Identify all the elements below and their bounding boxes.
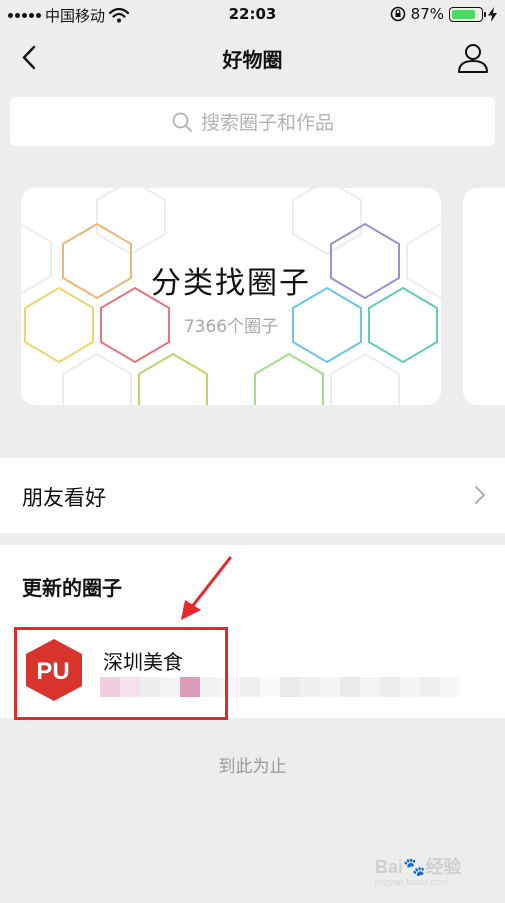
battery-icon bbox=[449, 6, 486, 22]
search-input[interactable]: 搜索圈子和作品 bbox=[10, 97, 495, 146]
watermark-url: jingyan.baidu.com bbox=[375, 877, 448, 887]
annotation-highlight-box bbox=[14, 627, 228, 720]
person-icon bbox=[458, 44, 488, 73]
search-icon bbox=[172, 112, 192, 132]
category-card-count: 7366个圈子 bbox=[183, 317, 279, 337]
updated-circles-title: 更新的圈子 bbox=[22, 576, 122, 600]
profile-button[interactable] bbox=[453, 38, 493, 78]
charging-icon bbox=[488, 6, 497, 22]
search-placeholder: 搜索圈子和作品 bbox=[200, 112, 334, 134]
friends-recommend-label: 朋友看好 bbox=[22, 486, 106, 510]
friends-recommend-row[interactable]: 朋友看好 bbox=[0, 458, 505, 533]
status-bar: 中国移动 22:03 87% bbox=[0, 0, 505, 30]
watermark-brand: Bai bbox=[375, 857, 404, 877]
chevron-right-icon bbox=[475, 486, 485, 504]
nav-bar: 好物圈 bbox=[0, 30, 505, 86]
paw-icon: 🐾 bbox=[403, 857, 426, 877]
battery-percent: 87% bbox=[410, 5, 444, 23]
category-card[interactable]: 分类找圈子 7366个圈子 bbox=[21, 188, 441, 405]
status-right: 87% bbox=[390, 5, 497, 23]
orientation-lock-icon bbox=[390, 6, 405, 22]
page-title: 好物圈 bbox=[222, 48, 283, 72]
annotation-arrow bbox=[181, 556, 232, 620]
baidu-watermark: Bai🐾经验 jingyan.baidu.com bbox=[375, 851, 485, 891]
next-card-peek[interactable] bbox=[463, 188, 505, 405]
category-card-title: 分类找圈子 bbox=[151, 266, 311, 301]
watermark-suffix: 经验 bbox=[425, 857, 462, 877]
category-carousel: 分类找圈子 7366个圈子 bbox=[0, 188, 505, 406]
end-of-list-text: 到此为止 bbox=[218, 757, 287, 777]
